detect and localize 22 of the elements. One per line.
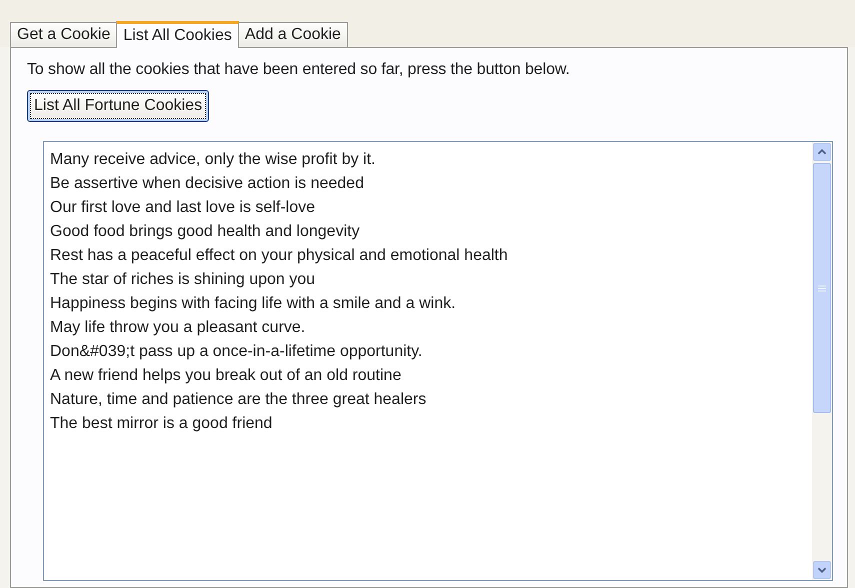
grip-icon (818, 284, 826, 292)
instructions-text: To show all the cookies that have been entered so far, press the button below. (27, 60, 571, 80)
scroll-up-icon[interactable] (813, 143, 831, 161)
list-item[interactable]: The star of riches is shining upon you (50, 268, 812, 292)
tab[interactable]: Add a Cookie (238, 22, 348, 47)
list-all-fortune-cookies-button[interactable]: List All Fortune Cookies (27, 90, 210, 122)
list-item[interactable]: Be assertive when decisive action is needed (50, 172, 812, 196)
scroll-thumb[interactable] (813, 163, 831, 413)
list-item[interactable]: Nature, time and patience are the three great healers (50, 388, 812, 412)
list-item[interactable]: Rest has a peaceful effect on your physical and emotional health (50, 244, 812, 268)
tab[interactable]: Get a Cookie (10, 22, 118, 47)
tab[interactable]: List All Cookies (116, 21, 239, 48)
list-item[interactable]: Don&#039;t pass up a once-in-a-lifetime opportunity. (50, 340, 812, 364)
list-item[interactable]: Our first love and last love is self-love (50, 196, 812, 220)
scroll-down-icon[interactable] (813, 561, 831, 579)
scrollbar[interactable] (812, 142, 832, 580)
list-item[interactable]: Happiness begins with facing life with a smile and a wink. (50, 292, 812, 316)
list-item[interactable]: May life throw you a pleasant curve. (50, 316, 812, 340)
list-item[interactable]: The best mirror is a good friend (50, 412, 812, 436)
list-item[interactable]: A new friend helps you break out of an old routine (50, 364, 812, 388)
list-item[interactable]: Many receive advice, only the wise profit by it. (50, 148, 812, 172)
list-item[interactable]: Good food brings good health and longevity (50, 220, 812, 244)
